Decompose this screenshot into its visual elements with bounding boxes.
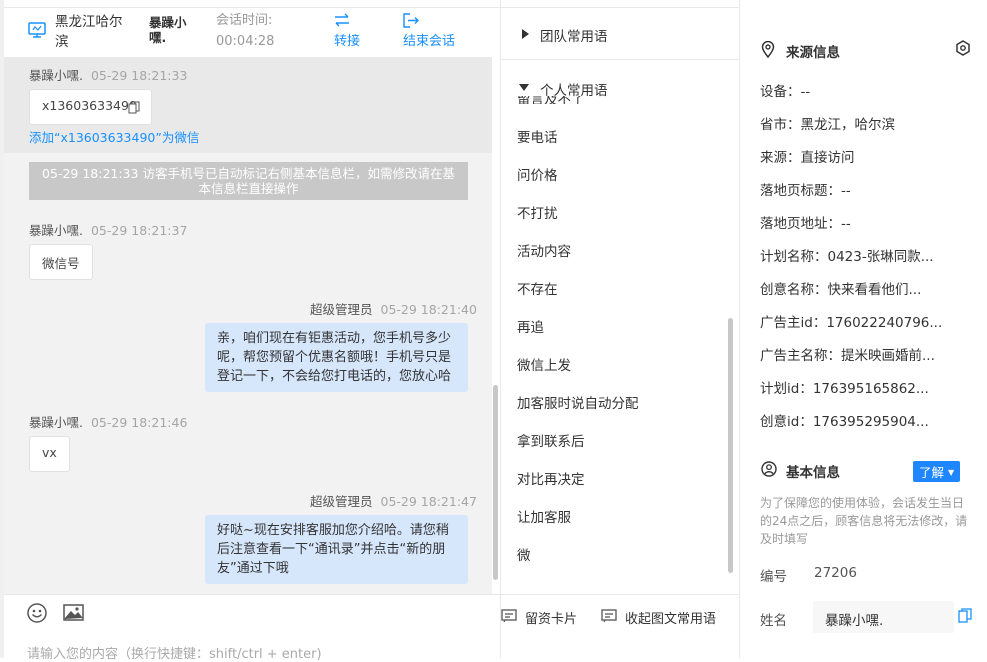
team-phrases-header[interactable]: 团队常用语 — [501, 7, 740, 60]
transfer-icon — [335, 13, 349, 27]
sender-name: 暴躁小嘿. — [29, 415, 83, 430]
message-text: x13603633490 — [42, 98, 137, 113]
message-input[interactable]: 请输入您的内容（换行快捷键：shift/ctrl + enter) — [27, 643, 497, 662]
message-bubble[interactable]: x13603633490 — [29, 89, 152, 125]
source-row-device: 设备：-- — [760, 84, 811, 100]
phrases-scrollbar[interactable] — [728, 318, 733, 573]
copy-icon[interactable] — [128, 101, 140, 114]
location-label: 黑龙江哈尔滨 — [55, 14, 123, 50]
learn-more-button[interactable]: 了解 ▼ — [913, 461, 961, 482]
session-time: 00:04:28 — [216, 34, 275, 49]
phrase-item[interactable]: 不打扰 — [517, 202, 558, 222]
team-phrases-title: 团队常用语 — [540, 29, 608, 45]
message-bubble[interactable]: 微信号 — [29, 244, 93, 280]
sender-name: 暴躁小嘿. — [29, 223, 83, 238]
end-session-label: 结束会话 — [403, 34, 456, 49]
composer: 请输入您的内容（换行快捷键：shift/ctrl + enter) — [4, 594, 500, 662]
exit-icon — [403, 13, 419, 28]
monitor-icon — [28, 22, 46, 38]
id-value: 27206 — [814, 565, 857, 581]
system-notice: 05-29 18:21:33 访客手机号已自动标记右侧基本信息栏，如需修改请在基… — [29, 162, 468, 200]
collapse-phrases-label: 收起图文常用语 — [625, 612, 717, 627]
visitor-name: 暴躁小嘿. — [149, 15, 187, 45]
message-time: 05-29 18:21:47 — [380, 494, 477, 509]
phrase-item[interactable]: 加客服时说自动分配 — [517, 392, 639, 412]
visitor-info-pane: 来源信息 设备：-- 省市：黑龙江，哈尔滨 来源：直接访问 落地页标题：-- 落… — [741, 0, 987, 658]
add-wechat-link[interactable]: 添加“x13603633490”为微信 — [29, 127, 199, 146]
phrase-item[interactable]: 问价格 — [517, 164, 558, 184]
phrase-item[interactable]: 微信上发 — [517, 354, 571, 374]
info-card-button[interactable]: 留资卡片 — [501, 606, 586, 628]
user-icon — [761, 461, 777, 477]
sender-name: 超级管理员 — [310, 494, 373, 509]
phrase-item[interactable]: 让加客服 — [517, 506, 571, 526]
phrase-item[interactable]: 不存在 — [517, 278, 558, 298]
chat-header: 黑龙江哈尔滨 暴躁小嘿. 会话时间: 00:04:28 转接 结束会话 — [4, 7, 500, 57]
message-bubble[interactable]: vx — [29, 436, 70, 472]
source-row-creative-id: 创意id：176395295904... — [760, 414, 929, 430]
basic-info-hint: 为了保障您的使用体验，会话发生当日的24点之后，顾客信息将无法修改，请及时填写 — [760, 496, 968, 546]
source-row-region: 省市：黑龙江，哈尔滨 — [760, 117, 895, 133]
source-row-source: 来源：直接访问 — [760, 150, 855, 166]
message-meta: 超级管理员 05-29 18:21:47 — [310, 491, 477, 510]
message-list[interactable]: 暴躁小嘿. 05-29 18:21:33 x13603633490 添加“x136… — [4, 57, 492, 594]
source-row-advertiser-id: 广告主id：176022240796... — [760, 315, 943, 331]
source-row-landing-url: 落地页地址：-- — [760, 216, 851, 232]
phrase-item[interactable]: 留言及不了 — [517, 96, 585, 104]
message-meta: 暴躁小嘿. 05-29 18:21:33 — [29, 65, 187, 84]
caret-down-icon — [519, 84, 529, 91]
basic-info-title: 基本信息 — [786, 465, 840, 481]
copy-icon[interactable] — [958, 608, 972, 623]
message-time: 05-29 18:21:33 — [90, 68, 188, 83]
message-meta: 超级管理员 05-29 18:21:40 — [310, 299, 477, 318]
transfer-label: 转接 — [334, 34, 361, 49]
name-label: 姓名 — [760, 613, 787, 629]
message-time: 05-29 18:21:40 — [380, 302, 477, 317]
phrase-item[interactable]: 微 — [517, 544, 531, 564]
phrase-item[interactable]: 对比再决定 — [517, 468, 585, 488]
phrase-item[interactable]: 再追 — [517, 316, 544, 336]
message-time: 05-29 18:21:37 — [90, 223, 188, 238]
phrase-item[interactable]: 要电话 — [517, 126, 558, 146]
message-bubble[interactable]: 亲，咱们现在有钜惠活动，您手机号多少呢，帮您预留个优惠名额哦！手机号只是登记一下… — [205, 323, 468, 392]
message-icon — [601, 609, 617, 623]
message-meta: 暴躁小嘿. 05-29 18:21:37 — [29, 220, 187, 239]
id-label: 编号 — [760, 569, 787, 585]
source-row-landing-title: 落地页标题：-- — [760, 183, 851, 199]
message-bubble[interactable]: 好哒~现在安排客服加您介绍哈。请您稍后注意查看一下“通讯录”并点击“新的朋友”通… — [205, 515, 468, 584]
end-session-button[interactable]: 结束会话 — [403, 11, 467, 53]
phrase-partial: 留言及不了 — [501, 96, 728, 104]
card-icon — [501, 609, 517, 623]
phrase-item[interactable]: 活动内容 — [517, 240, 571, 260]
emoji-icon[interactable] — [27, 603, 47, 623]
chat-scrollbar[interactable] — [493, 385, 498, 580]
transfer-button[interactable]: 转接 — [334, 11, 374, 53]
chevron-down-icon: ▼ — [948, 468, 955, 477]
name-field[interactable]: 暴躁小嘿. — [813, 601, 954, 633]
session-label: 会话时间: — [216, 13, 273, 28]
source-row-plan-name: 计划名称：0423-张琳同款... — [760, 249, 934, 265]
image-icon[interactable] — [63, 604, 84, 621]
message-time: 05-29 18:21:46 — [90, 415, 188, 430]
phrase-item[interactable]: 拿到联系后 — [517, 430, 585, 450]
message-meta: 暴躁小嘿. 05-29 18:21:46 — [29, 412, 187, 431]
source-row-advertiser-name: 广告主名称：提米映画婚前... — [760, 348, 935, 364]
source-row-plan-id: 计划id：176395165862... — [760, 381, 929, 397]
location-pin-icon — [761, 41, 775, 58]
caret-right-icon — [522, 29, 529, 39]
info-card-label: 留资卡片 — [525, 612, 578, 627]
name-value: 暴躁小嘿. — [825, 613, 884, 629]
collapse-phrases-button[interactable]: 收起图文常用语 — [601, 606, 726, 628]
phrases-pane: 团队常用语 个人常用语 留言及不了 要电话 问价格 不打扰 活动内容 不存在 再… — [500, 0, 740, 658]
sender-name: 超级管理员 — [310, 302, 373, 317]
learn-more-label: 了解 — [919, 465, 945, 480]
sender-name: 暴躁小嘿. — [29, 68, 83, 83]
settings-icon[interactable] — [955, 40, 971, 56]
source-info-title: 来源信息 — [786, 45, 840, 61]
source-row-creative-name: 创意名称：快来看看他们... — [760, 282, 922, 298]
